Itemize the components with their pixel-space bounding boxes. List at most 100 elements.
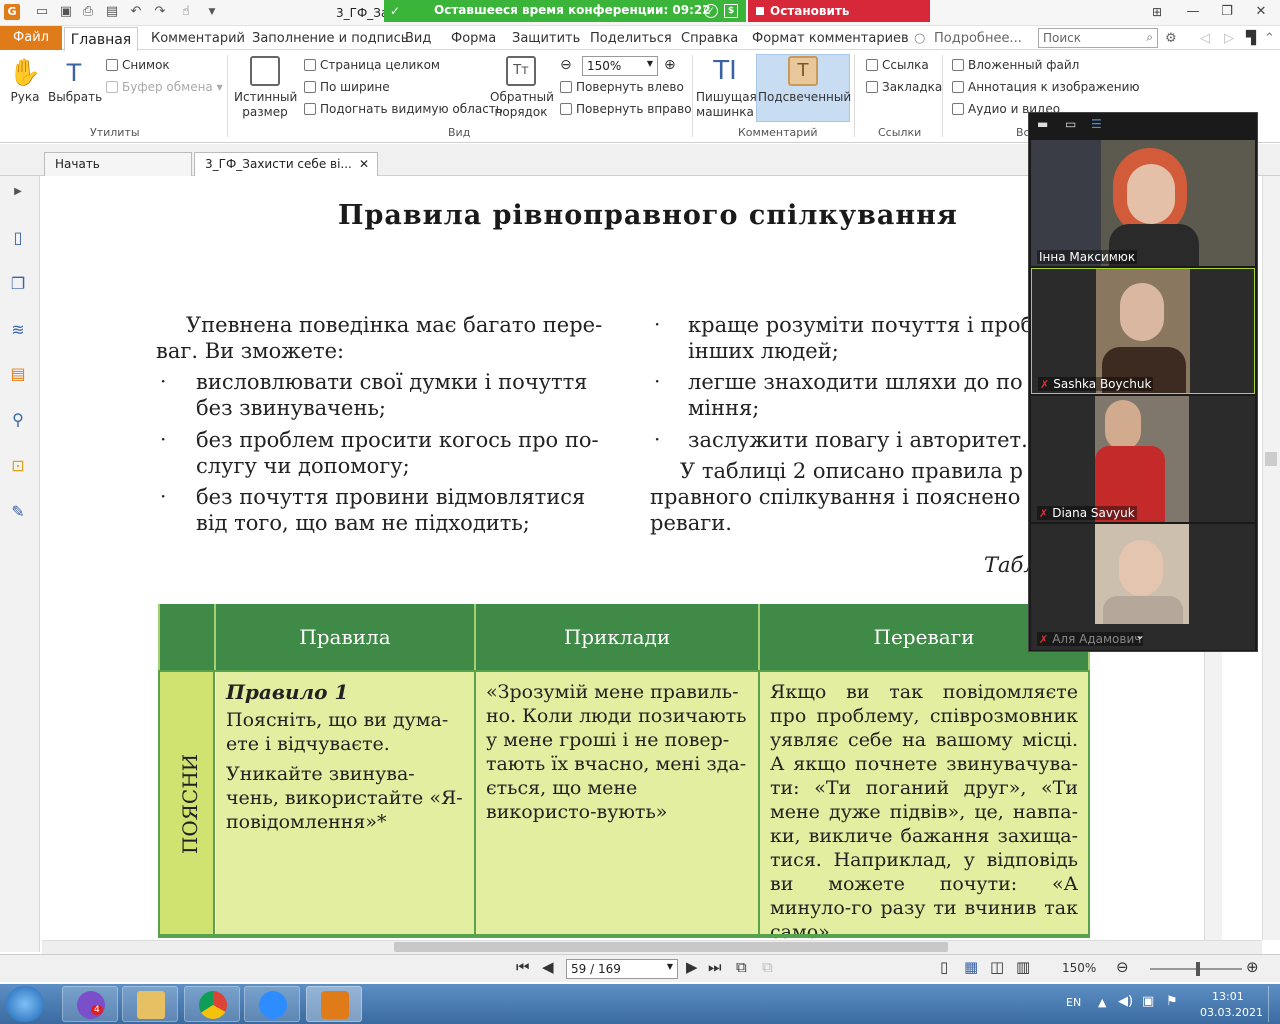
zoom-select[interactable]: 150% ▼	[582, 56, 658, 76]
prev-page-icon[interactable]: ◀	[542, 958, 554, 976]
reverse-order-button[interactable]: Tт Обратный порядок	[490, 56, 554, 120]
scroll-thumb[interactable]	[394, 942, 948, 952]
fit-icon[interactable]: ⧉	[736, 958, 747, 976]
select-tool-button[interactable]: T Выбрать	[48, 58, 102, 105]
save-icon[interactable]: ▣	[58, 4, 74, 20]
menu-form[interactable]: Форма	[451, 31, 496, 46]
close-button[interactable]: ✕	[1246, 3, 1276, 21]
user-icon[interactable]: ▜	[1246, 31, 1256, 46]
embedded-file-button[interactable]: Вложенный файл	[952, 58, 1079, 72]
language-indicator[interactable]: EN	[1066, 996, 1081, 1009]
zoom-in-icon[interactable]: ⊕	[1246, 958, 1259, 976]
bookmark-button[interactable]: Закладка	[866, 80, 942, 94]
tab-document[interactable]: 3_ГФ_Захисти себе ві... ✕	[194, 152, 378, 176]
show-desktop-button[interactable]	[1268, 986, 1278, 1022]
taskbar-chrome[interactable]	[184, 986, 240, 1022]
menu-fill-sign[interactable]: Заполнение и подпись	[252, 31, 408, 46]
signature-icon[interactable]: ✎	[8, 502, 28, 522]
back-icon[interactable]: ◁	[1200, 31, 1210, 46]
two-continuous-icon[interactable]: ▥	[1016, 958, 1030, 976]
minimize-button[interactable]: —	[1178, 3, 1208, 21]
close-tab-icon[interactable]: ✕	[359, 157, 369, 171]
gallery-icon[interactable]: ▭	[1065, 117, 1076, 131]
taskbar-zoom[interactable]	[244, 986, 300, 1022]
gear-icon[interactable]: ⚙	[1165, 31, 1177, 46]
taskbar-viber[interactable]: 4	[62, 986, 118, 1022]
expand-arrow-icon[interactable]: ▶	[8, 182, 28, 202]
clock-date[interactable]: 03.03.2021	[1200, 1006, 1263, 1019]
details-link[interactable]: Подробнее...	[934, 31, 1022, 46]
speaker-view-icon[interactable]: ☰	[1091, 117, 1102, 131]
rotate-right-button[interactable]: Повернуть вправо	[560, 102, 692, 116]
pages-icon[interactable]: ▯	[8, 228, 28, 248]
snapshot-button[interactable]: Снимок	[106, 58, 170, 72]
restore-button[interactable]: ❐	[1212, 3, 1242, 21]
full-page-button[interactable]: Страница целиком	[304, 58, 440, 72]
stop-demo-button[interactable]: Остановить демонстрацию	[748, 0, 930, 40]
menu-comment-format[interactable]: Формат комментариев	[752, 31, 909, 46]
fit-visible-button[interactable]: Подогнать видимую область	[304, 102, 503, 116]
actual-size-button[interactable]: Истинный размер	[234, 56, 297, 120]
redo-icon[interactable]: ↷	[152, 4, 168, 20]
video-tile[interactable]: ✗ Аля Адамович ⌄	[1031, 524, 1255, 650]
last-page-icon[interactable]: ⏭	[708, 958, 722, 976]
undo-icon[interactable]: ↶	[128, 4, 144, 20]
clipboard-button[interactable]: Буфер обмена ▾	[106, 80, 223, 94]
typewriter-button[interactable]: TI Пишущая машинка	[696, 56, 757, 120]
image-annotation-button[interactable]: Аннотация к изображению	[952, 80, 1139, 94]
volume-icon[interactable]: ◀)	[1118, 994, 1133, 1009]
two-page-icon[interactable]: ◫	[990, 958, 1004, 976]
file-menu[interactable]: Файл	[0, 26, 62, 50]
zoom-out-icon[interactable]: ⊖	[1116, 958, 1129, 976]
search-input[interactable]: Поиск ⌕	[1038, 28, 1158, 48]
highlighted-button[interactable]: T Подсвеченный	[758, 56, 851, 105]
menu-comment[interactable]: Комментарий	[151, 31, 245, 46]
search-icon[interactable]: ⌕	[1146, 30, 1153, 45]
zoom-out-icon[interactable]: ⊖	[560, 57, 572, 73]
outer-scrollbar[interactable]	[1262, 176, 1280, 940]
taskbar-explorer[interactable]	[122, 986, 178, 1022]
attachment-icon[interactable]: ⚲	[8, 410, 28, 430]
minimize-video-icon[interactable]: ▬	[1037, 117, 1048, 131]
video-tile[interactable]: ✗ Diana Savyuk	[1031, 396, 1255, 522]
export-icon[interactable]: ⧉	[762, 958, 773, 976]
tab-home[interactable]: Главная	[64, 27, 138, 51]
zoom-slider-thumb[interactable]	[1196, 962, 1200, 976]
single-page-icon[interactable]: ▯	[940, 958, 948, 976]
chevron-down-icon[interactable]: ⌄	[1135, 628, 1145, 642]
clock-time[interactable]: 13:01	[1212, 990, 1244, 1003]
layers-icon[interactable]: ≋	[8, 320, 28, 340]
flag-icon[interactable]: ⚑	[1166, 994, 1178, 1009]
tray-arrow-icon[interactable]: ▲	[1098, 996, 1106, 1009]
layout-icon[interactable]: ⊞	[1142, 3, 1172, 21]
rotate-left-button[interactable]: Повернуть влево	[560, 80, 684, 94]
video-tile[interactable]: ✗ Sashka Boychuk	[1031, 268, 1255, 394]
page-number-input[interactable]: 59 / 169 ▼	[566, 959, 678, 979]
forward-icon[interactable]: ▷	[1224, 31, 1234, 46]
first-page-icon[interactable]: ⏮	[516, 958, 530, 976]
menu-share[interactable]: Поделиться	[590, 31, 672, 46]
hand-tool-icon[interactable]: ☝	[178, 4, 194, 20]
video-tile[interactable]: Інна Максимюк	[1031, 140, 1255, 266]
next-page-icon[interactable]: ▶	[686, 958, 698, 976]
network-icon[interactable]: ▣	[1142, 994, 1154, 1009]
zoom-in-icon[interactable]: ⊕	[664, 57, 676, 73]
chevron-down-icon[interactable]: ▼	[204, 4, 220, 20]
scroll-thumb[interactable]	[1265, 452, 1277, 466]
continuous-icon[interactable]: ▦	[964, 958, 978, 976]
window-icon[interactable]: ▤	[104, 4, 120, 20]
collapse-icon[interactable]: ⌃	[1264, 31, 1275, 46]
tab-start[interactable]: Начать	[44, 152, 192, 176]
start-button[interactable]	[6, 986, 44, 1022]
open-folder-icon[interactable]: ▭	[34, 4, 50, 20]
lock-icon[interactable]: ⊡	[8, 456, 28, 476]
hand-tool-button[interactable]: ✋ Рука	[8, 58, 42, 105]
menu-view[interactable]: Вид	[405, 31, 431, 46]
comments-icon[interactable]: ▤	[8, 364, 28, 384]
menu-protect[interactable]: Защитить	[512, 31, 580, 46]
print-icon[interactable]: ⎙	[80, 4, 96, 20]
taskbar-pdf-reader[interactable]	[306, 986, 362, 1022]
menu-help[interactable]: Справка	[681, 31, 738, 46]
layers-stack-icon[interactable]: ❐	[8, 274, 28, 294]
fit-width-button[interactable]: По ширине	[304, 80, 390, 94]
